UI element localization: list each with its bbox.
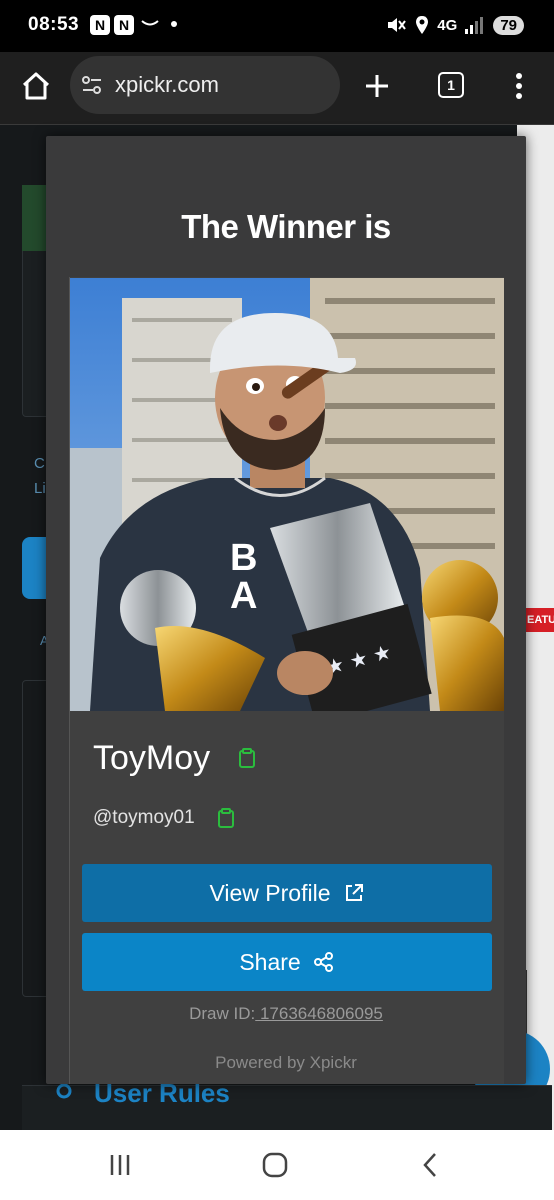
back-icon[interactable] [414,1148,448,1182]
winner-name-row: ToyMoy [93,736,258,780]
url-text: xpickr.com [115,72,219,97]
n-badge-icon: N [114,15,134,35]
dot-icon [171,21,177,27]
status-time: 08:53 [28,14,80,35]
user-icon [56,1083,72,1099]
n-badge-icon: N [90,15,110,35]
new-tab-icon[interactable] [357,66,397,106]
signal-icon [465,17,484,34]
home-icon[interactable] [16,66,56,106]
copy-handle-icon[interactable] [215,807,237,829]
mute-icon [388,18,407,32]
amazon-smile-icon [141,20,159,26]
copy-name-icon[interactable] [236,747,258,769]
recents-icon[interactable] [103,1148,137,1182]
winner-modal: The Winner is B A ★ ★ ★ ToyMoy @toymoy01… [46,136,526,1084]
external-link-icon [345,884,363,901]
address-bar[interactable]: xpickr.com [70,56,340,114]
tab-switcher-button[interactable]: 1 [438,72,464,98]
background-text-fragment: Li [34,480,46,497]
winner-name: ToyMoy [93,738,211,777]
svg-text:A: A [230,575,257,617]
view-profile-label: View Profile [209,879,331,906]
site-settings-icon[interactable] [80,73,104,97]
background-rules-section: User Rules [22,1078,552,1130]
status-bar: 08:53 N N 4G 79 [0,0,554,52]
draw-id-link[interactable]: 1763646806095 [255,1004,383,1023]
network-type: 4G [437,16,458,34]
battery-level: 79 [493,15,524,35]
system-nav-bar [0,1130,554,1200]
view-profile-button[interactable]: View Profile [82,864,492,922]
background-text-fragment: C [34,455,45,472]
winner-photo: B A ★ ★ ★ [70,278,504,711]
location-icon [416,16,429,34]
winner-handle: @toymoy01 [93,807,195,828]
draw-id-label: Draw ID: [189,1004,256,1023]
share-icon [313,952,333,972]
winner-handle-row: @toymoy01 [93,804,237,832]
modal-title: The Winner is [181,208,391,245]
home-nav-icon[interactable] [258,1148,292,1182]
status-indicators: 4G 79 [385,12,524,38]
overflow-menu-icon[interactable] [499,66,539,106]
share-label: Share [239,948,301,975]
draw-id: Draw ID: 1763646806095 [46,1004,526,1024]
powered-by[interactable]: Powered by Xpickr [46,1053,526,1073]
svg-text:B: B [230,537,257,579]
browser-toolbar: xpickr.com 1 [0,52,554,125]
share-button[interactable]: Share [82,933,492,991]
